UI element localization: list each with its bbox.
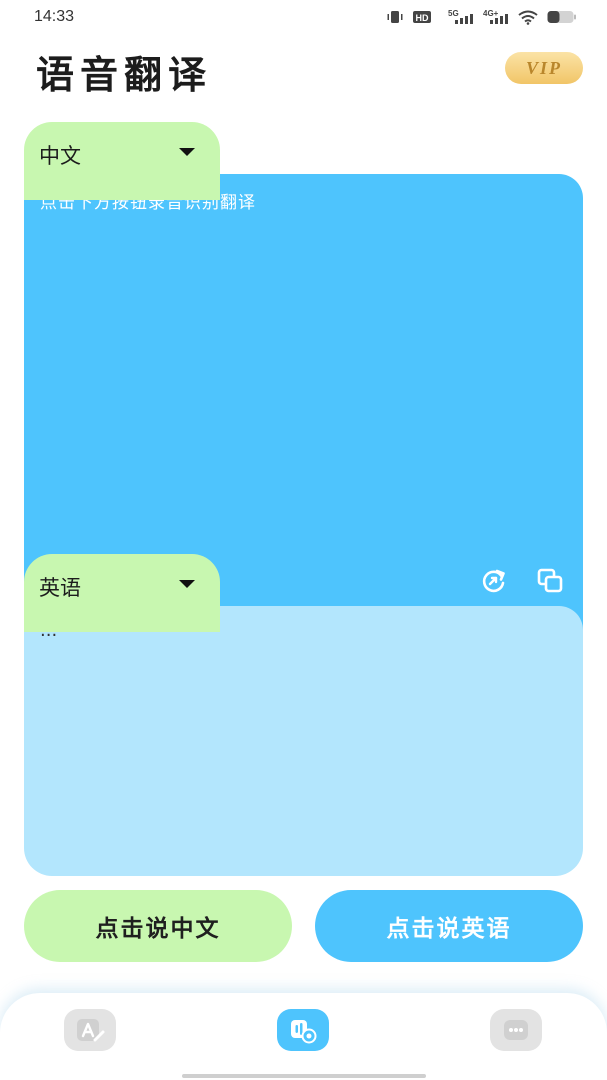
copy-icon[interactable] xyxy=(535,566,565,596)
network-5g-label: 5G xyxy=(448,9,459,18)
chevron-down-icon xyxy=(179,580,195,588)
source-language-label: 中文 xyxy=(39,144,81,168)
text-translate-icon xyxy=(77,1019,105,1042)
page-title: 语音翻译 xyxy=(36,52,213,97)
more-icon xyxy=(504,1020,528,1040)
hd-label: HD xyxy=(416,13,429,23)
hd-icon: HD xyxy=(413,11,431,23)
status-bar: 14:33 HD 5G 4G+ xyxy=(0,0,607,36)
source-language-selector[interactable]: 中文 xyxy=(24,122,220,200)
voice-translate-icon xyxy=(291,1020,317,1044)
nav-more[interactable] xyxy=(490,1009,542,1051)
signal-4g-icon: 4G+ xyxy=(483,9,508,24)
chevron-down-icon xyxy=(179,148,195,156)
voice-translate-screen: 14:33 HD 5G 4G+ 语音翻译 VIP 点击下方按钮录音识别翻译 中文… xyxy=(0,0,607,1080)
bottom-navigation xyxy=(0,993,607,1080)
target-text-panel[interactable]: ... xyxy=(24,606,583,876)
network-4g-label: 4G+ xyxy=(483,9,499,18)
status-icons: HD 5G 4G+ xyxy=(386,9,577,25)
nav-voice-translate[interactable] xyxy=(277,1009,329,1051)
battery-icon xyxy=(547,11,576,23)
vip-button[interactable]: VIP xyxy=(505,52,583,84)
speak-english-button[interactable]: 点击说英语 xyxy=(315,890,583,962)
refresh-icon[interactable] xyxy=(479,566,509,596)
speak-chinese-button[interactable]: 点击说中文 xyxy=(24,890,292,962)
signal-5g-icon: 5G xyxy=(448,9,473,24)
target-language-label: 英语 xyxy=(39,576,81,600)
nav-text-translate[interactable] xyxy=(64,1009,116,1051)
home-indicator[interactable] xyxy=(182,1074,426,1078)
target-language-selector[interactable]: 英语 xyxy=(24,554,220,632)
vibrate-icon xyxy=(387,11,403,23)
status-time: 14:33 xyxy=(34,8,75,25)
wifi-icon xyxy=(518,10,538,25)
